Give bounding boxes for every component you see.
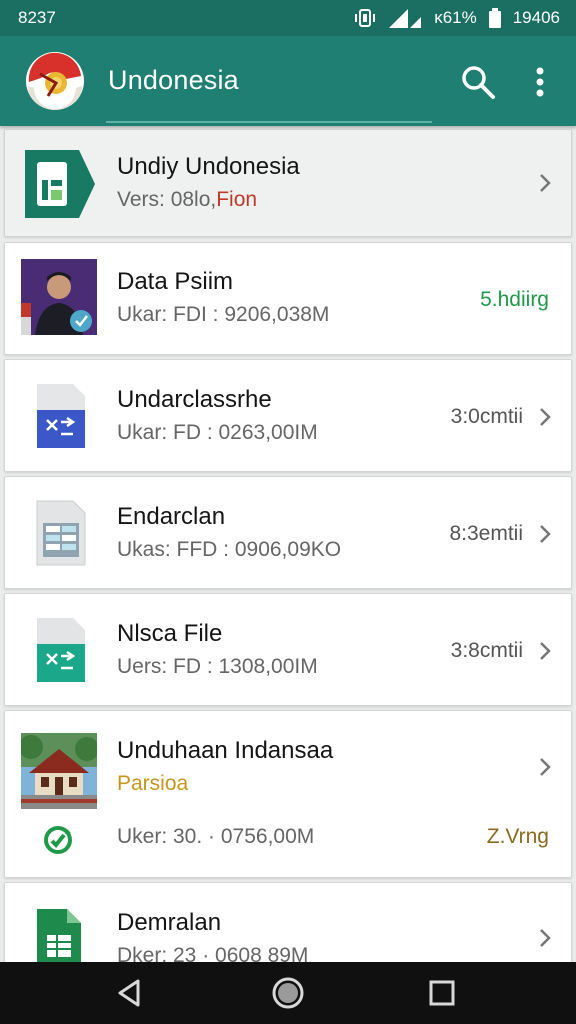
file-blue-icon — [37, 384, 85, 448]
list-item[interactable]: Nlsca File Uers: FD : 1308,00IM 3:8cmtii — [4, 593, 572, 706]
item-title: Nlsca File — [117, 620, 223, 647]
item-meta: 3:8cmtii — [450, 639, 523, 662]
item-status: 5.hdiirg — [480, 288, 549, 311]
list-item[interactable]: Unduhaan Indansaa Parsioa Uker: 30. · 07… — [4, 710, 572, 878]
item-subtitle: Ukar: FD : 0263,00IM — [117, 421, 318, 444]
status-indicators: ᴋ61% 19406 — [354, 7, 560, 29]
recents-icon — [429, 980, 455, 1006]
recents-button[interactable] — [424, 975, 460, 1011]
item-subtitle-prefix: Vers: 08lo, — [117, 188, 217, 211]
item-subtitle: Vers: 08lo,Fion — [117, 188, 257, 212]
item-title: Unduhaan Indansaa — [117, 737, 334, 764]
app-logo-icon — [27, 52, 83, 110]
home-icon — [272, 977, 304, 1009]
sheets-app-icon — [25, 150, 95, 218]
vibrate-icon — [355, 9, 376, 27]
app-title: Undonesia — [108, 65, 239, 95]
status-time: 8237 — [18, 8, 56, 27]
item-title: Undarclassrhe — [117, 386, 272, 413]
overflow-menu-icon — [536, 67, 544, 97]
overflow-menu-button[interactable] — [528, 62, 552, 102]
item-meta: 8:3emtii — [449, 522, 523, 545]
item-meta: 3:0cmtii — [450, 405, 523, 428]
chevron-right-icon — [540, 174, 551, 192]
item-subtitle: Ukar: FDI : 9206,038M — [117, 303, 330, 326]
status-bar: 8237 ᴋ61% 19406 — [0, 0, 576, 36]
list-item[interactable]: Data Psiim Ukar: FDI : 9206,038M 5.hdiir… — [4, 242, 572, 355]
battery-icon — [488, 8, 501, 28]
back-button[interactable] — [112, 975, 148, 1011]
title-underline — [106, 121, 432, 123]
item-title: Demralan — [117, 909, 222, 936]
item-status: Z.Vrng — [486, 825, 549, 848]
item-subtitle: Uers: FD : 1308,00IM — [117, 655, 318, 678]
back-icon — [118, 979, 140, 1007]
chevron-right-icon — [540, 758, 551, 776]
item-title: Undiy Undonesia — [117, 153, 300, 180]
file-green-icon — [37, 618, 85, 682]
item-subtitle-highlight: Parsioa — [117, 772, 189, 795]
status-clock: 19406 — [512, 8, 560, 27]
app-logo[interactable] — [26, 52, 84, 110]
file-grey-icon — [36, 500, 86, 566]
search-button[interactable] — [458, 62, 498, 102]
chevron-right-icon — [540, 642, 551, 660]
list-item-featured-app[interactable]: Undiy Undonesia Vers: 08lo,Fion — [4, 129, 572, 237]
house-photo-icon — [21, 733, 97, 809]
item-subtitle-highlight: Fion — [216, 188, 258, 211]
sync-check-icon — [44, 826, 72, 854]
search-icon — [462, 66, 495, 99]
chevron-right-icon — [540, 525, 551, 543]
list-item[interactable]: Endarclan Ukas: FFD : 0906,09KO 8:3emtii — [4, 476, 572, 589]
signal-icon — [389, 9, 422, 28]
item-title: Data Psiim — [117, 268, 234, 295]
item-subtitle: Ukas: FFD : 0906,09KO — [117, 538, 342, 561]
app-bar: Undonesia — [0, 36, 576, 126]
person-photo-icon — [21, 259, 97, 335]
list-item[interactable]: Undarclassrhe Ukar: FD : 0263,00IM 3:0cm… — [4, 359, 572, 472]
chevron-right-icon — [540, 929, 551, 947]
navigation-bar — [0, 962, 576, 1024]
spreadsheet-icon — [37, 909, 81, 967]
chevron-right-icon — [540, 408, 551, 426]
home-button[interactable] — [270, 975, 306, 1011]
item-title: Endarclan — [117, 503, 226, 530]
status-indicators-text: ᴋ61% — [434, 8, 477, 27]
item-subtitle-size: Uker: 30. · 0756,00M — [117, 825, 315, 848]
